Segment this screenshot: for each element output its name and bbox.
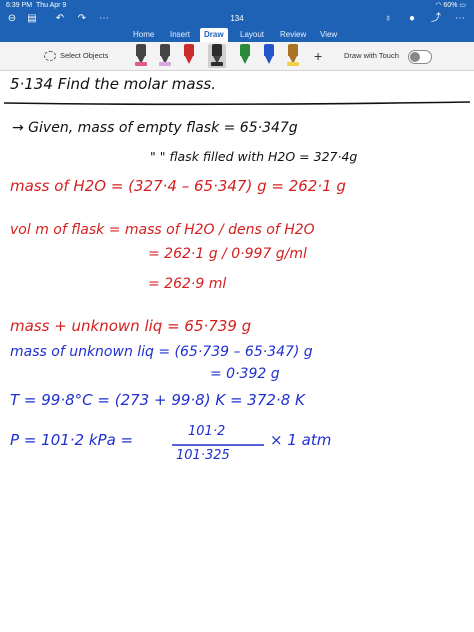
title-row: 134 ⊖ ▤ ↶ ↷ ⋯ ♁ ● ⤴ ⋯: [0, 12, 474, 26]
status-date: Thu Apr 9: [35, 2, 67, 9]
note-line-7: = 262·9 ml: [148, 276, 227, 292]
tab-layout[interactable]: Layout: [240, 28, 264, 42]
pen-4[interactable]: [208, 44, 226, 68]
note-line-9: mass of unknown liq = (65·739 – 65·347) …: [10, 344, 313, 360]
undo-icon[interactable]: ↶: [52, 12, 68, 26]
lasso-icon: [44, 51, 56, 62]
note-line-4: mass of H2O = (327·4 – 65·347) g = 262·1…: [10, 177, 346, 195]
back-arrow-icon[interactable]: ⊖: [4, 12, 20, 26]
pen-1[interactable]: [132, 44, 150, 68]
add-pen-icon[interactable]: +: [314, 47, 322, 65]
file-icon[interactable]: ▤: [24, 12, 40, 26]
fraction-bar: [172, 444, 264, 446]
more-options-icon[interactable]: ⋯: [452, 12, 468, 26]
pen-3[interactable]: [180, 44, 198, 68]
tab-home[interactable]: Home: [133, 28, 154, 42]
tab-draw[interactable]: Draw: [200, 28, 228, 42]
note-line-5: vol m of flask = mass of H2O / dens of H…: [10, 222, 315, 238]
note-line-11: T = 99·8°C = (273 + 99·8) K = 372·8 K: [10, 391, 305, 409]
note-line-12-tail: × 1 atm: [270, 431, 332, 449]
note-line-2: → Given, mass of empty flask = 65·347g: [12, 120, 298, 136]
ink-canvas[interactable]: 5·134 Find the molar mass. → Given, mass…: [0, 71, 474, 632]
tab-insert[interactable]: Insert: [170, 28, 190, 42]
share-icon[interactable]: ⤴: [428, 12, 444, 26]
notification-icon[interactable]: ●: [404, 12, 420, 26]
ribbon-tabs: Home Insert Draw Layout Review View: [0, 28, 474, 42]
note-line-10: = 0·392 g: [210, 366, 280, 382]
note-line-3: " " flask filled with H2O = 327·4g: [150, 149, 358, 164]
more-icon[interactable]: ⋯: [96, 12, 112, 26]
underline-stroke: [3, 101, 471, 106]
select-objects-label: Select Objects: [60, 51, 109, 60]
tab-review[interactable]: Review: [280, 28, 306, 42]
lightbulb-icon[interactable]: ♁: [380, 12, 396, 26]
pen-7[interactable]: [284, 44, 302, 68]
draw-ribbon: Select Objects + Draw with Touch: [0, 42, 474, 71]
wifi-icon: ◠: [435, 2, 442, 9]
note-line-1: 5·134 Find the molar mass.: [10, 75, 216, 93]
note-line-12: P = 101·2 kPa =: [10, 431, 134, 449]
pen-6[interactable]: [260, 44, 278, 68]
note-line-6: = 262·1 g / 0·997 g/ml: [148, 246, 307, 262]
status-bar: 6:39 PM Thu Apr 9 ◠ 60% ▭: [0, 0, 474, 12]
redo-icon[interactable]: ↷: [74, 12, 90, 26]
battery-icon: ▭: [459, 2, 466, 9]
battery-percent: 60%: [443, 2, 458, 9]
draw-with-touch-toggle[interactable]: [408, 50, 432, 64]
pen-2[interactable]: [156, 44, 174, 68]
pen-5[interactable]: [236, 44, 254, 68]
note-line-8: mass + unknown liq = 65·739 g: [10, 317, 252, 335]
draw-with-touch-label: Draw with Touch: [344, 51, 399, 60]
fraction-denominator: 101·325: [176, 448, 230, 463]
document-title: 134: [230, 14, 244, 23]
select-objects-button[interactable]: Select Objects: [44, 49, 108, 63]
status-time: 6:39 PM: [6, 2, 33, 9]
tab-view[interactable]: View: [320, 28, 337, 42]
fraction-numerator: 101·2: [188, 424, 226, 439]
app-chrome: 6:39 PM Thu Apr 9 ◠ 60% ▭ 134 ⊖ ▤ ↶ ↷ ⋯ …: [0, 0, 474, 42]
